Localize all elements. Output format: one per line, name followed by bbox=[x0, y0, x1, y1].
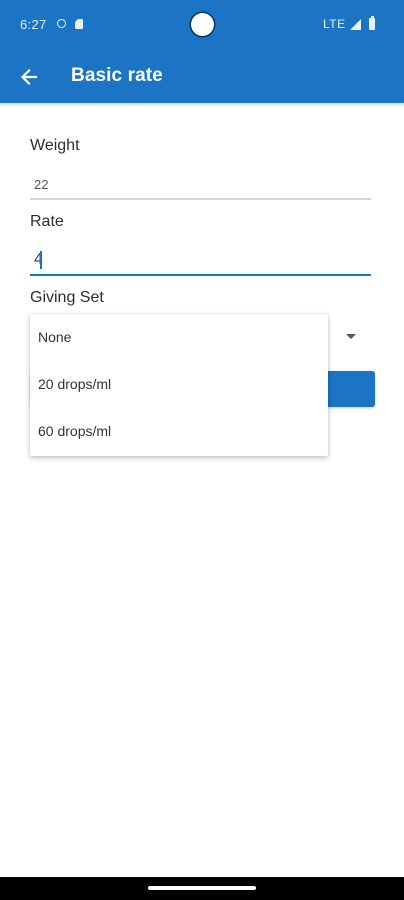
arrow-back-icon bbox=[20, 68, 38, 86]
option-20-drops[interactable]: 20 drops/ml bbox=[30, 361, 328, 408]
app-bar: Basic rate bbox=[0, 50, 404, 103]
giving-set-label: Giving Set bbox=[30, 289, 104, 306]
network-type: LTE bbox=[323, 17, 346, 31]
weight-input[interactable] bbox=[30, 170, 371, 200]
home-indicator[interactable] bbox=[148, 886, 256, 890]
giving-set-dropdown-menu: None 20 drops/ml 60 drops/ml bbox=[30, 314, 328, 456]
text-cursor bbox=[40, 251, 42, 269]
option-none[interactable]: None bbox=[30, 314, 328, 361]
navigation-bar bbox=[0, 877, 404, 900]
battery-icon bbox=[369, 16, 375, 30]
weight-label: Weight bbox=[30, 137, 80, 154]
page-title: Basic rate bbox=[71, 65, 163, 86]
rate-input[interactable] bbox=[30, 246, 371, 276]
sim-card-icon bbox=[75, 19, 83, 29]
arrow-drop-down-icon[interactable] bbox=[346, 334, 356, 339]
status-time: 6:27 bbox=[20, 17, 47, 32]
status-bar: 6:27 LTE bbox=[0, 0, 404, 50]
rate-label: Rate bbox=[30, 213, 64, 230]
signal-icon bbox=[350, 19, 361, 30]
front-camera bbox=[191, 13, 214, 36]
back-button[interactable] bbox=[14, 62, 44, 92]
clock-icon bbox=[57, 19, 66, 28]
option-60-drops[interactable]: 60 drops/ml bbox=[30, 408, 328, 455]
